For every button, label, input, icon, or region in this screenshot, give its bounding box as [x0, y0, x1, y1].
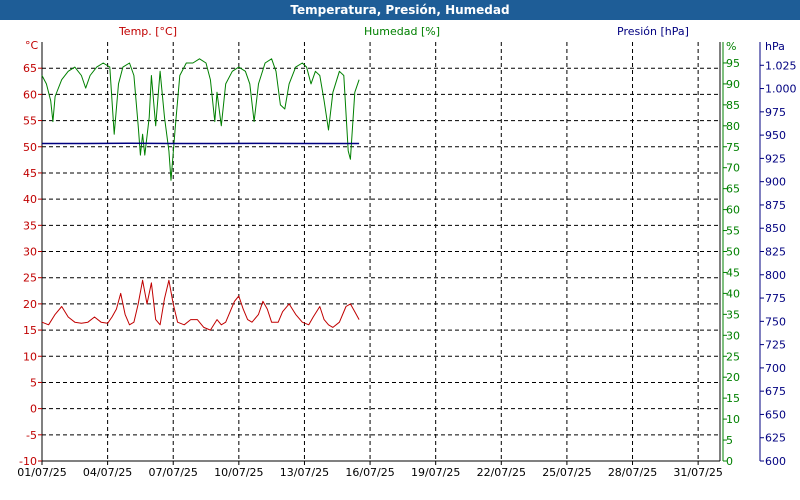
pres-tick-label: 775 [765, 292, 786, 305]
date-tick-label: 01/07/25 [17, 466, 66, 479]
hum-axis-unit: % [726, 40, 736, 53]
pres-tick-label: 650 [765, 408, 786, 421]
temp-tick-label: 50 [23, 141, 37, 154]
hum-tick-label: 20 [726, 371, 740, 384]
temp-tick-label: 55 [23, 115, 37, 128]
hum-tick-label: 0 [726, 455, 733, 468]
hum-tick-label: 35 [726, 308, 740, 321]
pres-axis-label: Presión [hPa] [617, 25, 689, 38]
pres-axis-unit: hPa [765, 40, 785, 53]
hum-tick-label: 70 [726, 162, 740, 175]
pres-tick-label: 1.025 [765, 59, 797, 72]
temp-tick-label: 25 [23, 272, 37, 285]
date-tick-label: 04/07/25 [83, 466, 132, 479]
pres-tick-label: 800 [765, 269, 786, 282]
hum-tick-label: 25 [726, 350, 740, 363]
date-tick-label: 13/07/25 [280, 466, 329, 479]
pres-tick-label: 750 [765, 315, 786, 328]
pres-tick-label: 625 [765, 432, 786, 445]
temp-axis-unit: °C [25, 39, 39, 52]
temp-axis-label: Temp. [°C] [118, 25, 177, 38]
hum-tick-label: 5 [726, 434, 733, 447]
date-tick-label: 16/07/25 [345, 466, 394, 479]
temp-tick-label: 15 [23, 324, 37, 337]
hum-tick-label: 55 [726, 225, 740, 238]
hum-tick-label: 65 [726, 183, 740, 196]
date-tick-label: 19/07/25 [411, 466, 460, 479]
pres-tick-label: 950 [765, 129, 786, 142]
hum-tick-label: 15 [726, 392, 740, 405]
temp-tick-label: 60 [23, 88, 37, 101]
temp-tick-label: 10 [23, 350, 37, 363]
hum-tick-label: 45 [726, 266, 740, 279]
date-tick-label: 31/07/25 [673, 466, 722, 479]
date-tick-label: 28/07/25 [608, 466, 657, 479]
hum-tick-label: 40 [726, 287, 740, 300]
window-titlebar: Temperatura, Presión, Humedad [0, 0, 800, 20]
pres-tick-label: 900 [765, 176, 786, 189]
hum-tick-label: 75 [726, 141, 740, 154]
pres-tick-label: 975 [765, 106, 786, 119]
pres-tick-label: 875 [765, 199, 786, 212]
temp-tick-label: 65 [23, 62, 37, 75]
hum-axis-label: Humedad [%] [364, 25, 440, 38]
hum-tick-label: 60 [726, 204, 740, 217]
date-tick-label: 10/07/25 [214, 466, 263, 479]
window-title: Temperatura, Presión, Humedad [290, 3, 510, 17]
hum-tick-label: 50 [726, 246, 740, 259]
pres-tick-label: 700 [765, 362, 786, 375]
temp-tick-label: 40 [23, 193, 37, 206]
pres-tick-label: 925 [765, 152, 786, 165]
pres-tick-label: 850 [765, 222, 786, 235]
temp-tick-label: 35 [23, 219, 37, 232]
hum-tick-label: 10 [726, 413, 740, 426]
hum-tick-label: 30 [726, 329, 740, 342]
temp-tick-label: 30 [23, 246, 37, 259]
pres-tick-label: 825 [765, 246, 786, 259]
hum-tick-label: 95 [726, 57, 740, 70]
temp-tick-label: -5 [26, 429, 37, 442]
chart-canvas: -10-505101520253035404550556065°C0510152… [0, 20, 800, 500]
pres-tick-label: 675 [765, 385, 786, 398]
temp-tick-label: 5 [30, 376, 37, 389]
pres-tick-label: 600 [765, 455, 786, 468]
temp-tick-label: 0 [30, 403, 37, 416]
temp-tick-label: 45 [23, 167, 37, 180]
hum-tick-label: 80 [726, 120, 740, 133]
hum-tick-label: 90 [726, 78, 740, 91]
date-tick-label: 22/07/25 [477, 466, 526, 479]
temp-tick-label: 20 [23, 298, 37, 311]
hum-tick-label: 85 [726, 99, 740, 112]
chart-background [0, 20, 800, 500]
pres-tick-label: 1.000 [765, 83, 797, 96]
date-tick-label: 25/07/25 [542, 466, 591, 479]
pres-tick-label: 725 [765, 339, 786, 352]
date-tick-label: 07/07/25 [149, 466, 198, 479]
